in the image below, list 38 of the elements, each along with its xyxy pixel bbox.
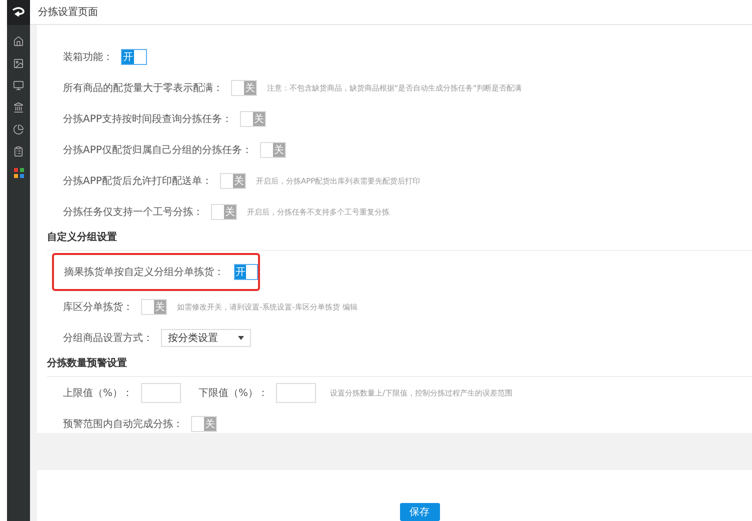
clipboard-icon[interactable] [13,146,24,157]
toggle-switch[interactable]: 开 [121,48,147,64]
toggle-switch[interactable]: 开 [234,264,258,280]
section-heading: 分拣数量预警设置 [47,356,752,377]
toggle-switch[interactable]: 关 [231,80,257,96]
toggle-switch[interactable]: 关 [191,416,217,432]
toggle-switch[interactable]: 关 [220,172,246,188]
setting-label: 分拣APP配货后允许打印配送单： [63,174,212,188]
setting-label: 摘果拣货单按自定义分组分单拣货： [64,266,224,279]
save-button[interactable]: 保存 [400,503,440,521]
dropdown[interactable]: 按分类设置 [161,328,251,346]
setting-label: 预警范围内自动完成分拣： [63,418,183,430]
toggle-switch[interactable]: 关 [141,298,167,314]
pie-icon[interactable] [13,124,24,135]
setting-label: 分组商品设置方式： [63,332,153,344]
building-icon[interactable] [13,102,24,113]
toggle-switch[interactable]: 关 [260,142,286,158]
input-field[interactable] [276,382,316,402]
setting-label: 下限值（%）： [198,386,268,400]
setting-label: 所有商品的配货量大于零表示配满： [63,82,223,94]
toggle-switch[interactable]: 关 [211,204,237,220]
image-icon[interactable] [13,58,24,69]
logo-icon [11,6,26,18]
apps-icon[interactable] [14,168,24,178]
toggle-switch[interactable]: 关 [240,110,266,126]
setting-label: 库区分单拣货： [63,300,133,314]
section-heading: 自定义分组设置 [47,230,752,251]
input-field[interactable] [140,382,181,402]
monitor-icon[interactable] [13,80,24,91]
setting-label: 分拣APP仅配货归属自己分组的分拣任务： [63,144,252,156]
setting-label: 分拣任务仅支持一个工号分拣： [63,206,203,218]
setting-label: 分拣APP支持按时间段查询分拣任务： [63,112,232,126]
caret-icon [238,336,244,340]
logo[interactable] [7,0,30,25]
setting-label: 上限值（%）： [63,386,133,400]
home-icon[interactable] [13,36,24,47]
setting-label: 装箱功能： [63,50,113,64]
page-title: 分拣设置页面 [30,0,752,25]
